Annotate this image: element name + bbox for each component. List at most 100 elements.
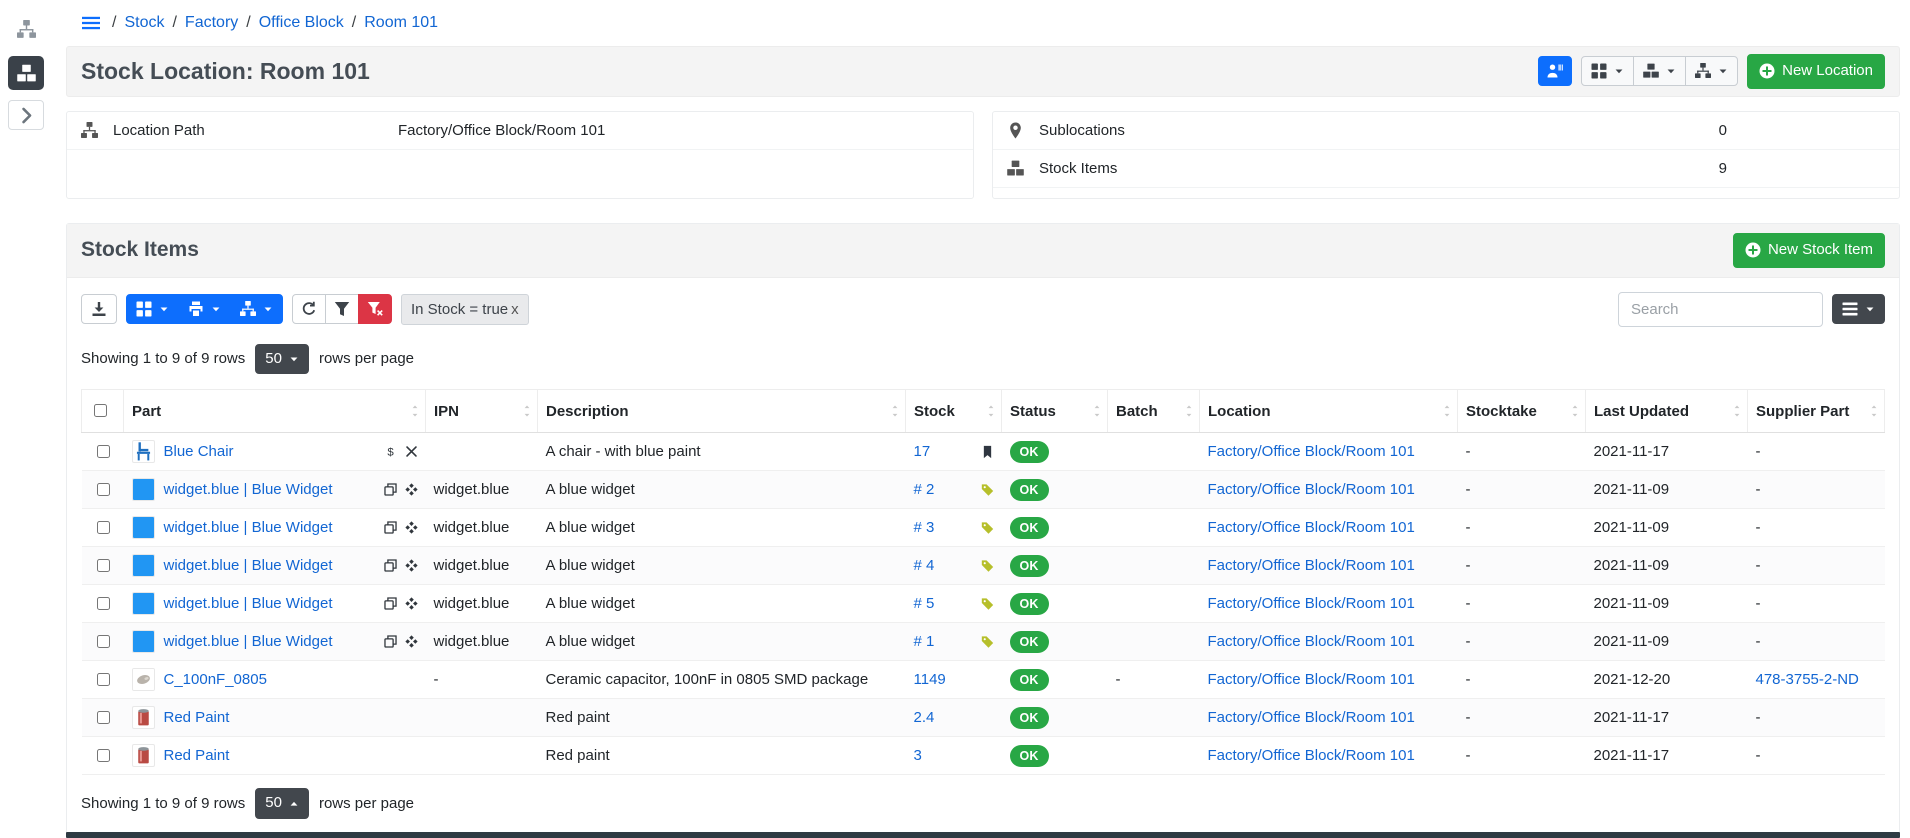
- breadcrumb-link-office-block[interactable]: Office Block: [259, 14, 344, 32]
- tools-icon: [405, 445, 418, 458]
- column-header-batch[interactable]: Batch: [1108, 390, 1200, 433]
- search-input[interactable]: [1618, 292, 1823, 327]
- part-thumbnail[interactable]: [132, 478, 155, 501]
- refresh-button[interactable]: [292, 294, 326, 324]
- print-dropdown[interactable]: [178, 294, 231, 324]
- part-link[interactable]: Red Paint: [164, 747, 230, 764]
- stock-quantity-link[interactable]: 2.4: [914, 709, 935, 726]
- row-select-checkbox[interactable]: [97, 635, 110, 648]
- stocktake-cell: -: [1458, 509, 1586, 547]
- column-header-part[interactable]: Part: [124, 390, 426, 433]
- stock-row: widget.blue | Blue Widgetwidget.blueA bl…: [82, 547, 1885, 585]
- column-header-ipn[interactable]: IPN: [426, 390, 538, 433]
- breadcrumb-link-stock[interactable]: Stock: [124, 14, 164, 32]
- location-link[interactable]: Factory/Office Block/Room 101: [1208, 557, 1415, 574]
- page-size-dropdown[interactable]: 50: [255, 788, 309, 819]
- stock-quantity-link[interactable]: 1149: [914, 671, 946, 688]
- sidebar-item-location-tree[interactable]: [8, 12, 44, 46]
- row-select-checkbox[interactable]: [97, 445, 110, 458]
- filter-chip-in-stock[interactable]: In Stock = true x: [401, 294, 529, 325]
- location-link[interactable]: Factory/Office Block/Room 101: [1208, 481, 1415, 498]
- location-link[interactable]: Factory/Office Block/Room 101: [1208, 709, 1415, 726]
- column-header-status[interactable]: Status: [1002, 390, 1108, 433]
- stock-quantity-link[interactable]: # 3: [914, 519, 935, 536]
- sitemap-icon: [240, 301, 256, 317]
- row-select-checkbox[interactable]: [97, 483, 110, 496]
- part-thumbnail[interactable]: [132, 554, 155, 577]
- sort-icons: [986, 404, 996, 419]
- location-link[interactable]: Factory/Office Block/Room 101: [1208, 519, 1415, 536]
- stock-quantity-link[interactable]: # 1: [914, 633, 935, 650]
- part-link[interactable]: Red Paint: [164, 709, 230, 726]
- view-mode-dropdown[interactable]: [126, 294, 179, 324]
- part-link[interactable]: widget.blue | Blue Widget: [164, 481, 333, 498]
- columns-dropdown[interactable]: [1832, 294, 1885, 324]
- stock-actions-dropdown[interactable]: [230, 294, 283, 324]
- stock-options-dropdown[interactable]: [1633, 56, 1686, 86]
- part-link[interactable]: Blue Chair: [164, 443, 234, 460]
- new-stock-item-button[interactable]: New Stock Item: [1733, 233, 1885, 268]
- row-select-checkbox[interactable]: [97, 711, 110, 724]
- part-link[interactable]: widget.blue | Blue Widget: [164, 633, 333, 650]
- row-select-checkbox[interactable]: [97, 559, 110, 572]
- column-header-supplier-part[interactable]: Supplier Part: [1748, 390, 1885, 433]
- row-select-checkbox[interactable]: [97, 521, 110, 534]
- location-link[interactable]: Factory/Office Block/Room 101: [1208, 747, 1415, 764]
- filter-button[interactable]: [325, 294, 359, 324]
- filter-chip-remove[interactable]: x: [511, 301, 519, 318]
- column-header-stock[interactable]: Stock: [906, 390, 1002, 433]
- page-title: Stock Location: Room 101: [81, 58, 370, 85]
- row-select-checkbox[interactable]: [97, 749, 110, 762]
- stock-row: widget.blue | Blue Widgetwidget.blueA bl…: [82, 585, 1885, 623]
- location-link[interactable]: Factory/Office Block/Room 101: [1208, 671, 1415, 688]
- supplier-part-link[interactable]: 478-3755-2-ND: [1756, 671, 1859, 688]
- location-link[interactable]: Factory/Office Block/Room 101: [1208, 633, 1415, 650]
- part-thumbnail[interactable]: [132, 630, 155, 653]
- stock-quantity-link[interactable]: # 4: [914, 557, 935, 574]
- sidebar-item-stock[interactable]: [8, 56, 44, 90]
- download-button[interactable]: [81, 294, 117, 324]
- part-thumbnail[interactable]: [132, 706, 155, 729]
- column-header-stocktake[interactable]: Stocktake: [1458, 390, 1586, 433]
- display-options-dropdown[interactable]: [1581, 56, 1634, 86]
- part-thumbnail[interactable]: [132, 440, 155, 463]
- caret-up-icon: [1570, 404, 1580, 411]
- chevron-right-icon: [17, 106, 36, 125]
- location-link[interactable]: Factory/Office Block/Room 101: [1208, 443, 1415, 460]
- part-link[interactable]: widget.blue | Blue Widget: [164, 595, 333, 612]
- clear-filters-button[interactable]: [358, 294, 392, 324]
- select-all-checkbox[interactable]: [94, 404, 107, 417]
- sidebar-expand-toggle[interactable]: [8, 100, 44, 130]
- new-location-label: New Location: [1782, 62, 1873, 81]
- part-thumbnail[interactable]: [132, 668, 155, 691]
- location-options-dropdown[interactable]: [1685, 56, 1738, 86]
- status-badge: OK: [1010, 555, 1049, 577]
- batch-cell: [1108, 547, 1200, 585]
- part-link[interactable]: C_100nF_0805: [164, 671, 267, 688]
- caret-down-icon: [1718, 66, 1728, 76]
- new-location-button[interactable]: New Location: [1747, 54, 1885, 89]
- part-link[interactable]: widget.blue | Blue Widget: [164, 519, 333, 536]
- page-size-dropdown[interactable]: 50: [255, 344, 309, 375]
- location-link[interactable]: Factory/Office Block/Room 101: [1208, 595, 1415, 612]
- stock-quantity-link[interactable]: # 2: [914, 481, 935, 498]
- menu-toggle-button[interactable]: [80, 12, 102, 34]
- breadcrumb-link-factory[interactable]: Factory: [185, 14, 238, 32]
- row-select-checkbox[interactable]: [97, 597, 110, 610]
- stock-quantity-link[interactable]: 3: [914, 747, 922, 764]
- part-thumbnail[interactable]: [132, 744, 155, 767]
- breadcrumb-link-room-101[interactable]: Room 101: [364, 14, 438, 32]
- stock-quantity-link[interactable]: # 5: [914, 595, 935, 612]
- part-link[interactable]: widget.blue | Blue Widget: [164, 557, 333, 574]
- column-header-last-updated[interactable]: Last Updated: [1586, 390, 1748, 433]
- part-thumbnail[interactable]: [132, 592, 155, 615]
- caret-down-icon: [289, 354, 299, 364]
- barcode-scan-button[interactable]: [1538, 56, 1572, 86]
- column-header-description[interactable]: Description: [538, 390, 906, 433]
- row-select-checkbox[interactable]: [97, 673, 110, 686]
- user-barcode-icon: [1547, 63, 1563, 79]
- stock-quantity-link[interactable]: 17: [914, 443, 931, 460]
- caret-up-icon: [1732, 404, 1742, 411]
- part-thumbnail[interactable]: [132, 516, 155, 539]
- column-header-location[interactable]: Location: [1200, 390, 1458, 433]
